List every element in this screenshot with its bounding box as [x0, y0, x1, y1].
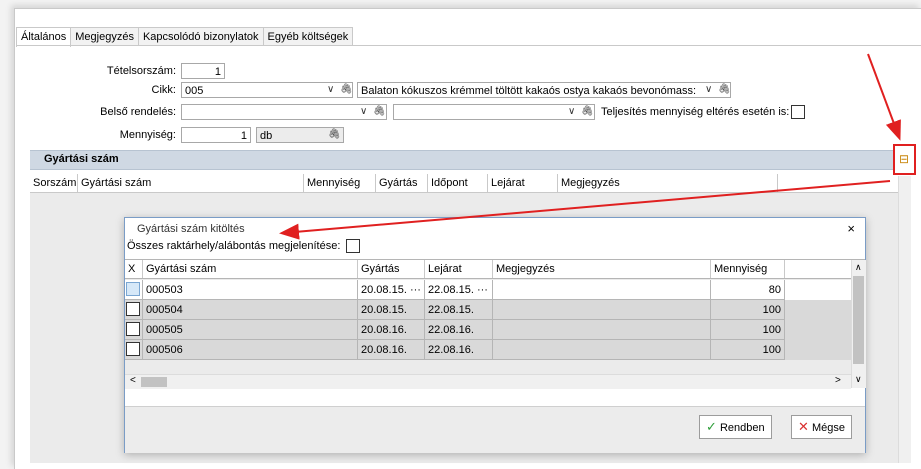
- annotation-arrows: [279, 53, 901, 240]
- arrow-to-dialog: [279, 180, 891, 240]
- arrow-to-side-button: [867, 53, 901, 141]
